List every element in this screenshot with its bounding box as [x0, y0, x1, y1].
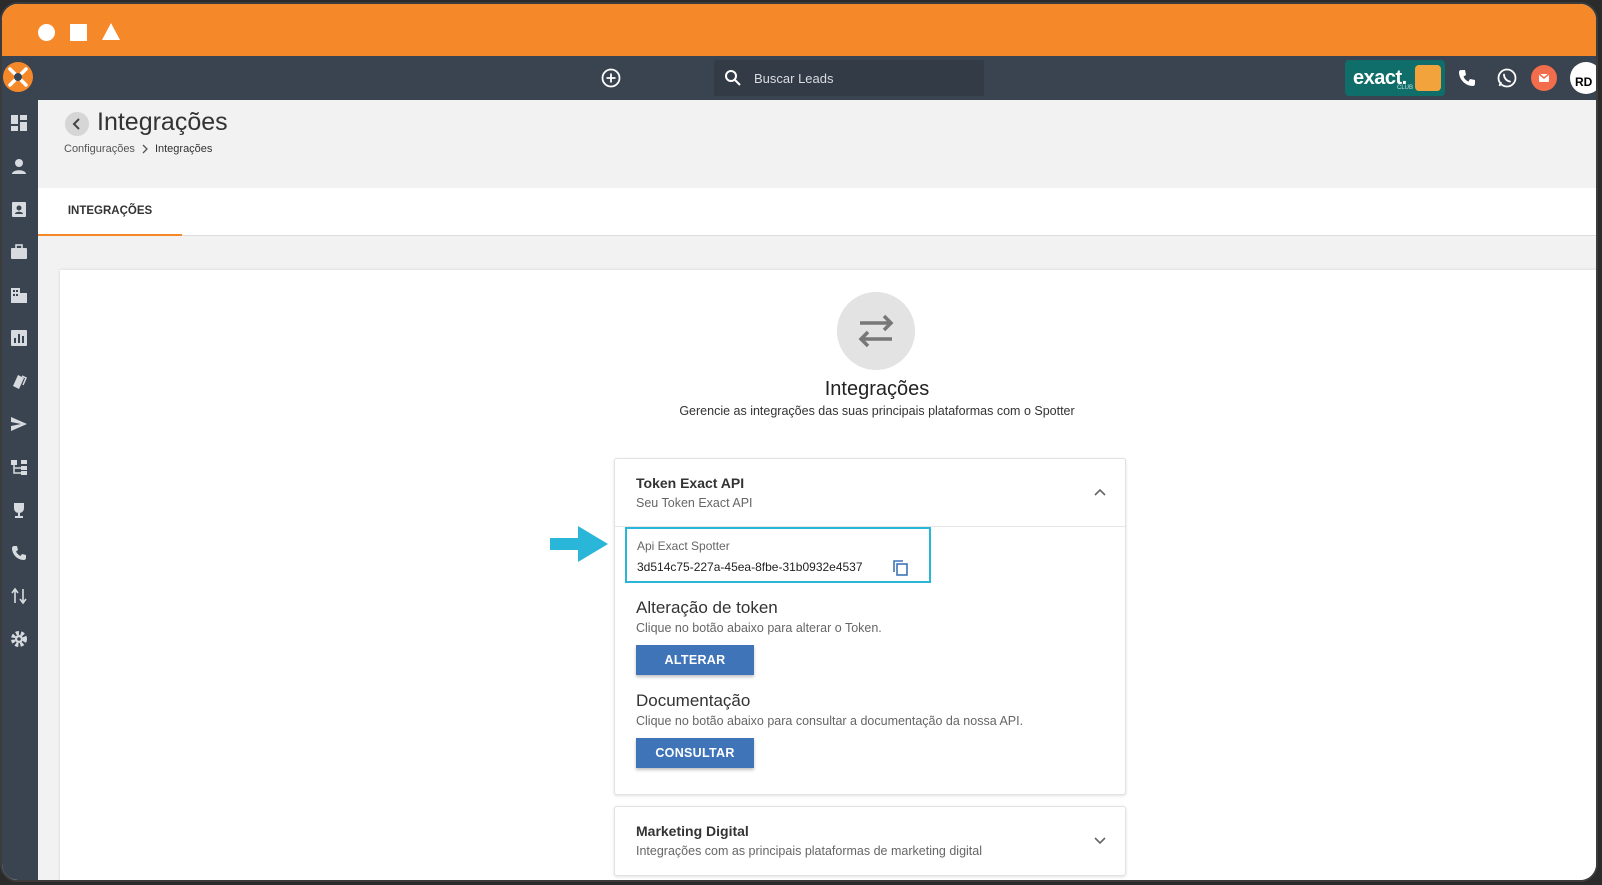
alterar-button[interactable]: ALTERAR — [636, 645, 754, 675]
chevron-up-icon[interactable] — [1093, 485, 1107, 499]
breadcrumb: Configurações Integrações — [64, 143, 212, 155]
token-panel-title: Token Exact API — [636, 475, 745, 491]
marketing-panel-title: Marketing Digital — [636, 823, 749, 839]
whatsapp-icon[interactable] — [1496, 67, 1518, 89]
triangle-shape-icon — [102, 23, 120, 40]
phone-icon[interactable] — [1456, 67, 1478, 89]
api-token-field: Api Exact Spotter 3d514c75-227a-45ea-8fb… — [625, 527, 931, 583]
tab-bar: INTEGRAÇÕES — [38, 188, 1596, 236]
rd-label: RD — [1575, 75, 1593, 89]
sidebar — [2, 100, 38, 880]
rd-academy-icon[interactable] — [1531, 65, 1557, 91]
token-panel-header[interactable]: Token Exact API Seu Token Exact API — [615, 459, 1125, 527]
exact-club-button[interactable]: exact. CLUB — [1345, 60, 1445, 96]
page-title: Integrações — [97, 108, 228, 136]
token-panel-subtitle: Seu Token Exact API — [636, 496, 753, 510]
workflow-icon[interactable] — [10, 458, 28, 476]
api-token-value[interactable]: 3d514c75-227a-45ea-8fbe-31b0932e4537 — [637, 560, 863, 574]
api-token-label: Api Exact Spotter — [637, 539, 730, 553]
breadcrumb-link[interactable]: Configurações — [64, 143, 135, 155]
gear-icon[interactable] — [10, 630, 28, 648]
app-window: Buscar Leads exact. CLUB RD Integrações … — [0, 2, 1598, 882]
window-titlebar — [2, 4, 1596, 56]
dashboard-icon[interactable] — [10, 114, 28, 132]
search-placeholder: Buscar Leads — [754, 70, 834, 86]
briefcase-icon[interactable] — [10, 243, 28, 261]
token-exact-api-panel: Token Exact API Seu Token Exact API Api … — [614, 458, 1126, 795]
person-icon[interactable] — [10, 157, 28, 175]
spotter-logo-icon[interactable] — [2, 58, 38, 96]
marketing-panel-subtitle: Integrações com as principais plataforma… — [636, 844, 983, 858]
hero-subtitle: Gerencie as integrações das suas princip… — [679, 404, 1075, 418]
square-shape-icon — [70, 24, 87, 41]
consultar-button[interactable]: CONSULTAR — [636, 738, 754, 768]
change-token-title: Alteração de token — [636, 598, 778, 617]
marketing-digital-panel[interactable]: Marketing Digital Integrações com as pri… — [614, 806, 1126, 876]
add-circle-icon[interactable] — [600, 67, 622, 89]
chevron-down-icon[interactable] — [1093, 833, 1107, 847]
phone-icon[interactable] — [10, 544, 28, 562]
chevron-right-icon — [142, 144, 148, 154]
screen: Buscar Leads exact. CLUB RD Integrações … — [0, 0, 1602, 885]
hero-section: Integrações Gerencie as integrações das … — [2, 270, 1596, 418]
tab-integracoes[interactable]: INTEGRAÇÕES — [38, 188, 182, 236]
arrow-right-icon — [550, 526, 608, 562]
documentation-title: Documentação — [636, 691, 751, 710]
rd-station-avatar[interactable]: RD — [1570, 62, 1596, 94]
exact-club-logo-icon — [1415, 65, 1441, 91]
breadcrumb-current: Integrações — [154, 143, 213, 155]
top-navbar: Buscar Leads exact. CLUB RD — [2, 56, 1596, 100]
search-leads-input[interactable]: Buscar Leads — [714, 60, 984, 96]
hero-title: Integrações — [824, 378, 930, 400]
swap-horizontal-icon — [837, 292, 915, 370]
search-icon — [725, 70, 741, 86]
swap-vertical-icon[interactable] — [10, 587, 28, 605]
copy-icon[interactable] — [891, 559, 909, 577]
change-token-description: Clique no botão abaixo para alterar o To… — [636, 621, 882, 635]
trophy-icon[interactable] — [10, 501, 28, 519]
circle-shape-icon — [38, 24, 55, 41]
back-button[interactable] — [65, 112, 89, 136]
exact-club-label: CLUB — [1397, 85, 1414, 91]
contact-card-icon[interactable] — [10, 200, 28, 218]
documentation-description: Clique no botão abaixo para consultar a … — [636, 714, 1024, 728]
